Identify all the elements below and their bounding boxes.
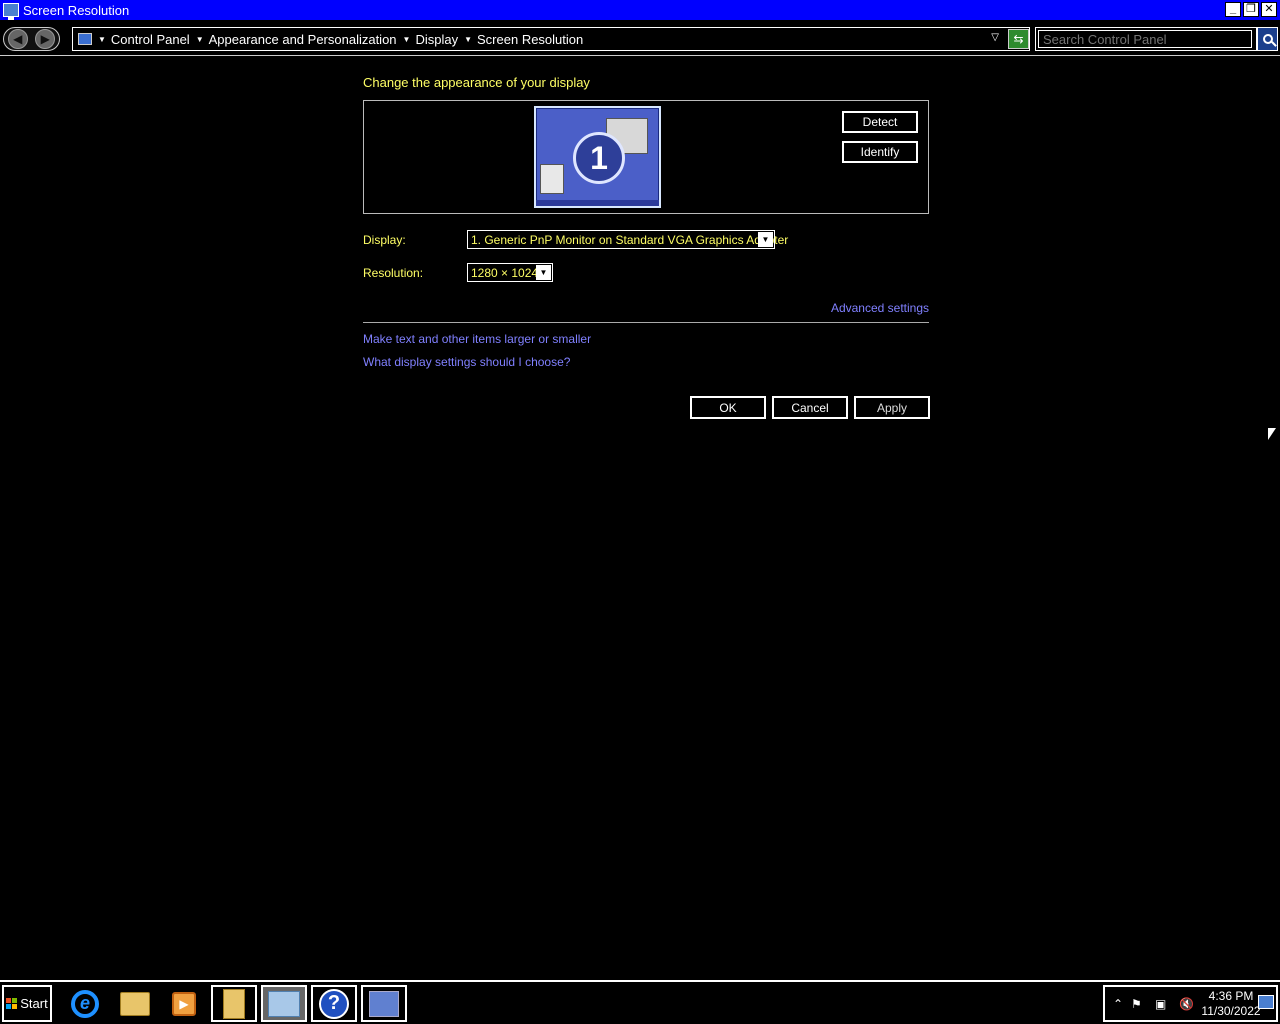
preview-taskbar bbox=[536, 200, 659, 206]
divider bbox=[363, 322, 929, 323]
address-bar: ◀ ▶ ▼ Control Panel ▼ Appearance and Perso… bbox=[0, 22, 1280, 56]
taskbar-item-media-player[interactable]: ▶ bbox=[161, 985, 207, 1022]
monitor-app-icon bbox=[3, 3, 19, 20]
start-button[interactable]: Start bbox=[2, 985, 52, 1022]
clock-date: 11/30/2022 bbox=[1201, 1004, 1261, 1018]
system-clock[interactable]: 4:36 PM 11/30/2022 bbox=[1201, 989, 1261, 1019]
nav-buttons: ◀ ▶ bbox=[3, 27, 60, 51]
display-help-link[interactable]: What display settings should I choose? bbox=[363, 355, 570, 369]
search-icon bbox=[1262, 34, 1273, 44]
monitor-number: 1 bbox=[573, 132, 625, 184]
breadcrumb-item-screen-resolution[interactable]: ▼ Screen Resolution bbox=[458, 32, 583, 47]
clock-time: 4:36 PM bbox=[1208, 989, 1254, 1003]
show-hidden-icons-icon[interactable]: ⌃ bbox=[1113, 997, 1123, 1011]
advanced-settings-link[interactable]: Advanced settings bbox=[831, 301, 929, 315]
volume-muted-icon[interactable]: 🔇 bbox=[1179, 997, 1194, 1011]
minimize-button[interactable]: _ bbox=[1225, 2, 1241, 17]
page-title: Change the appearance of your display bbox=[363, 75, 590, 90]
text-size-link[interactable]: Make text and other items larger or smal… bbox=[363, 332, 591, 346]
apply-button[interactable]: Apply bbox=[853, 395, 931, 420]
breadcrumb-item-appearance[interactable]: ▼ Appearance and Personalization bbox=[190, 32, 397, 47]
restore-button[interactable]: ❐ bbox=[1243, 2, 1259, 17]
display-select[interactable]: 1. Generic PnP Monitor on Standard VGA G… bbox=[467, 230, 788, 249]
windows-logo-icon bbox=[6, 998, 18, 1009]
action-center-flag-icon[interactable]: ⚑ bbox=[1131, 997, 1142, 1011]
search-input[interactable] bbox=[1038, 30, 1252, 48]
resolution-select-value: 1280 × 1024 bbox=[471, 265, 539, 280]
preview-window bbox=[540, 164, 564, 194]
display-select-value: 1. Generic PnP Monitor on Standard VGA G… bbox=[471, 232, 789, 247]
chevron-down-icon[interactable]: ▼ bbox=[536, 265, 551, 280]
taskbar-item-help[interactable]: ? bbox=[311, 985, 357, 1022]
control-panel-icon bbox=[268, 990, 300, 1017]
breadcrumb-item-control-panel[interactable]: ▼ Control Panel bbox=[92, 32, 190, 47]
search-button[interactable] bbox=[1257, 27, 1278, 51]
ok-button[interactable]: OK bbox=[689, 395, 767, 420]
taskbar-item-documents[interactable] bbox=[211, 985, 257, 1022]
taskbar-item-network[interactable] bbox=[361, 985, 407, 1022]
help-icon: ? bbox=[319, 988, 349, 1019]
back-button[interactable]: ◀ bbox=[7, 29, 28, 49]
identify-button[interactable]: Identify bbox=[841, 140, 919, 164]
breadcrumb[interactable]: ▼ Control Panel ▼ Appearance and Personali… bbox=[72, 27, 1030, 51]
documents-icon bbox=[223, 988, 245, 1019]
resolution-select[interactable]: 1280 × 1024 ▼ bbox=[467, 263, 553, 282]
show-desktop-icon[interactable] bbox=[1258, 995, 1274, 1009]
control-panel-icon bbox=[78, 33, 92, 45]
media-player-icon: ▶ bbox=[172, 991, 196, 1016]
taskbar-item-file-explorer[interactable] bbox=[112, 985, 158, 1022]
window-title: Screen Resolution bbox=[23, 2, 130, 18]
close-button[interactable]: ✕ bbox=[1261, 2, 1277, 17]
forward-button[interactable]: ▶ bbox=[35, 29, 56, 49]
notification-area: ⌃ ⚑ ▣ 🔇 4:36 PM 11/30/2022 bbox=[1103, 985, 1278, 1022]
title-bar: Screen Resolution _ ❐ ✕ bbox=[0, 0, 1280, 20]
display-label: Display: bbox=[363, 233, 406, 247]
monitor-1-thumbnail[interactable]: 1 bbox=[534, 106, 661, 208]
taskbar-item-control-panel[interactable] bbox=[261, 985, 307, 1022]
window-controls: _ ❐ ✕ bbox=[1225, 2, 1277, 17]
chevron-down-icon[interactable]: ▼ bbox=[758, 232, 773, 247]
monitor-preview-panel: 1 Detect Identify bbox=[363, 100, 929, 214]
start-label: Start bbox=[20, 996, 48, 1011]
cancel-button[interactable]: Cancel bbox=[771, 395, 849, 420]
chevron-down-icon[interactable]: ▽ bbox=[991, 32, 999, 43]
network-icon bbox=[369, 990, 399, 1017]
internet-explorer-icon: e bbox=[71, 989, 99, 1018]
mouse-cursor-icon bbox=[1268, 428, 1276, 440]
resolution-label: Resolution: bbox=[363, 266, 424, 280]
refresh-icon[interactable]: ⇆ bbox=[1008, 29, 1029, 49]
search-box bbox=[1035, 27, 1257, 51]
network-status-icon[interactable]: ▣ bbox=[1155, 997, 1166, 1011]
breadcrumb-item-display[interactable]: ▼ Display bbox=[397, 32, 459, 47]
taskbar: Start e ▶ ? ⌃ ⚑ ▣ 🔇 4:36 PM 11/30/2022 bbox=[0, 980, 1280, 1024]
taskbar-item-internet-explorer[interactable]: e bbox=[62, 985, 108, 1022]
detect-button[interactable]: Detect bbox=[841, 110, 919, 134]
file-explorer-icon bbox=[120, 991, 150, 1016]
